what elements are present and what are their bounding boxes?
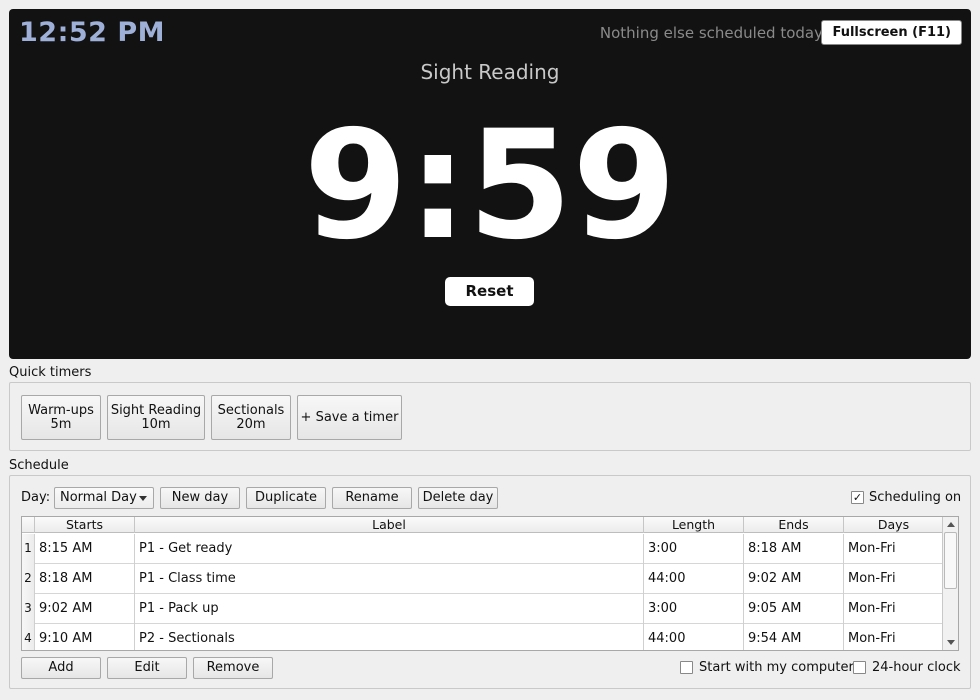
edit-row-button[interactable]: Edit [107,657,187,679]
save-timer-label: + Save a timer [300,409,399,425]
quick-timer-warm-ups[interactable]: Warm-ups 5m [21,395,101,440]
day-select-value: Normal Day [60,490,137,505]
cell-days[interactable]: Mon-Fri [844,624,943,650]
cell-starts[interactable]: 9:02 AM [35,594,135,624]
clock-24h-checkbox[interactable] [853,661,866,674]
add-row-button[interactable]: Add [21,657,101,679]
row-number: 4 [22,624,35,650]
timer-panel: 12:52 PM Nothing else scheduled today Fu… [9,9,971,359]
scroll-down-icon[interactable] [947,640,955,645]
scheduling-on-checkbox[interactable]: ✓ [851,491,864,504]
fullscreen-button[interactable]: Fullscreen (F11) [821,20,962,45]
schedule-heading: Schedule [9,458,69,473]
table-row[interactable]: 2 8:18 AM P1 - Class time 44:00 9:02 AM … [22,564,943,594]
start-with-computer-label: Start with my computer [699,660,854,675]
delete-day-button[interactable]: Delete day [418,487,498,509]
cell-starts[interactable]: 8:18 AM [35,564,135,594]
save-timer-button[interactable]: + Save a timer [297,395,402,440]
cell-days[interactable]: Mon-Fri [844,534,943,564]
column-header-length[interactable]: Length [644,517,744,533]
schedule-table-header: Starts Label Length Ends Days [22,517,943,533]
day-label: Day: [21,490,51,505]
cell-label[interactable]: P1 - Pack up [135,594,644,624]
start-with-computer-checkbox[interactable] [680,661,693,674]
quick-timer-name: Sectionals [217,402,285,418]
quick-timers-heading: Quick timers [9,365,92,380]
column-header-starts[interactable]: Starts [35,517,135,533]
cell-label[interactable]: P1 - Class time [135,564,644,594]
row-number: 1 [22,534,35,564]
column-header-label[interactable]: Label [135,517,644,533]
cell-days[interactable]: Mon-Fri [844,564,943,594]
quick-timers-group: Warm-ups 5m Sight Reading 10m Sectionals… [9,382,971,451]
cell-ends[interactable]: 8:18 AM [744,534,844,564]
cell-length[interactable]: 44:00 [644,624,744,650]
clock-24h-label: 24-hour clock [872,660,961,675]
reset-button[interactable]: Reset [445,277,534,306]
cell-ends[interactable]: 9:02 AM [744,564,844,594]
cell-starts[interactable]: 8:15 AM [35,534,135,564]
cell-length[interactable]: 44:00 [644,564,744,594]
duplicate-button[interactable]: Duplicate [246,487,326,509]
active-timer-label: Sight Reading [420,60,560,84]
cell-days[interactable]: Mon-Fri [844,594,943,624]
countdown-display: 9:59 [303,99,677,273]
scroll-up-icon[interactable] [947,522,955,527]
check-icon: ✓ [852,491,863,504]
row-number-header [22,517,35,533]
row-number: 2 [22,564,35,594]
cell-starts[interactable]: 9:10 AM [35,624,135,650]
cell-ends[interactable]: 9:05 AM [744,594,844,624]
quick-timer-length: 20m [236,416,266,432]
chevron-down-icon [139,496,147,501]
column-header-days[interactable]: Days [844,517,943,533]
remove-row-button[interactable]: Remove [193,657,273,679]
quick-timer-length: 5m [50,416,72,432]
quick-timer-name: Sight Reading [110,402,202,418]
quick-timer-name: Warm-ups [28,402,94,418]
day-select[interactable]: Normal Day [54,487,154,509]
table-row[interactable]: 1 8:15 AM P1 - Get ready 3:00 8:18 AM Mo… [22,534,943,564]
scheduling-on-label: Scheduling on [869,490,962,505]
new-day-button[interactable]: New day [160,487,240,509]
rename-button[interactable]: Rename [332,487,412,509]
cell-ends[interactable]: 9:54 AM [744,624,844,650]
column-header-ends[interactable]: Ends [744,517,844,533]
row-number: 3 [22,594,35,624]
current-time: 12:52 PM [19,17,166,48]
scrollbar-thumb[interactable] [944,532,957,589]
cell-length[interactable]: 3:00 [644,534,744,564]
schedule-table: Starts Label Length Ends Days 1 8:15 AM … [21,516,959,651]
quick-timer-sight-reading[interactable]: Sight Reading 10m [107,395,205,440]
next-event-status: Nothing else scheduled today [599,24,823,42]
quick-timer-length: 10m [141,416,171,432]
schedule-group: Day: Normal Day New day Duplicate Rename… [9,475,971,689]
quick-timer-sectionals[interactable]: Sectionals 20m [211,395,291,440]
cell-length[interactable]: 3:00 [644,594,744,624]
table-row[interactable]: 4 9:10 AM P2 - Sectionals 44:00 9:54 AM … [22,624,943,650]
cell-label[interactable]: P2 - Sectionals [135,624,644,650]
table-vertical-scrollbar[interactable] [942,517,958,650]
cell-label[interactable]: P1 - Get ready [135,534,644,564]
table-row[interactable]: 3 9:02 AM P1 - Pack up 3:00 9:05 AM Mon-… [22,594,943,624]
